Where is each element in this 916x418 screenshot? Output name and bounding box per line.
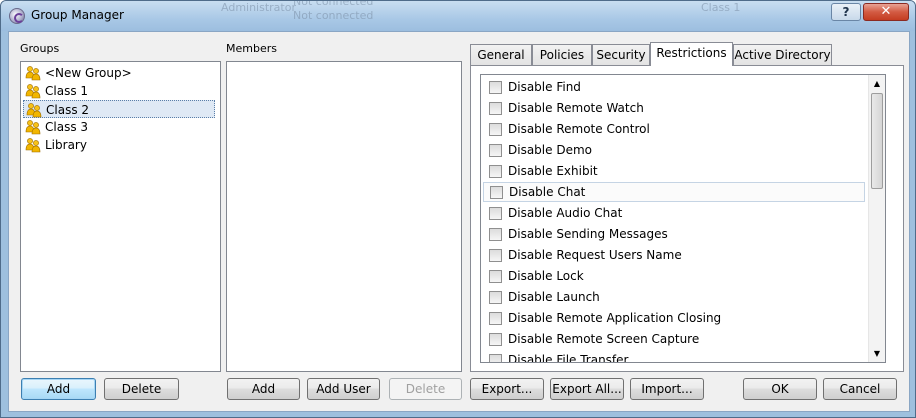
background-text: Administrator: [221, 1, 296, 14]
members-label: Members: [226, 42, 277, 55]
window-title: Group Manager: [31, 8, 124, 22]
restriction-label: Disable Audio Chat: [508, 206, 623, 220]
tab-security[interactable]: Security: [592, 44, 650, 65]
restriction-item[interactable]: Disable Audio Chat: [481, 203, 867, 223]
add-user-button[interactable]: Add User: [307, 378, 380, 400]
restriction-label: Disable Remote Watch: [508, 101, 644, 115]
restriction-item[interactable]: Disable Request Users Name: [481, 245, 867, 265]
restriction-item[interactable]: Disable Remote Application Closing: [481, 308, 867, 328]
restriction-checkbox[interactable]: [489, 312, 502, 325]
ok-button[interactable]: OK: [743, 378, 817, 400]
app-icon: [9, 8, 25, 24]
restriction-label: Disable Lock: [508, 269, 584, 283]
restrictions-tab-panel: Disable File Transfer Disable Remote Scre…: [470, 65, 904, 372]
restriction-checkbox[interactable]: [489, 270, 502, 283]
restriction-checkbox[interactable]: [489, 333, 502, 346]
restriction-label: Disable File Transfer: [508, 353, 629, 363]
members-add-button[interactable]: Add: [227, 378, 300, 400]
user-group-icon: [25, 65, 41, 81]
restriction-item[interactable]: Disable Remote Screen Capture: [481, 329, 867, 349]
background-text: Class 1: [701, 1, 741, 14]
user-group-icon: [25, 83, 41, 99]
close-button[interactable]: ✕: [863, 3, 909, 21]
restriction-label: Disable Request Users Name: [508, 248, 682, 262]
restriction-label: Disable Remote Application Closing: [508, 311, 722, 325]
groups-add-button[interactable]: Add: [21, 378, 96, 400]
group-item[interactable]: Class 2: [23, 100, 215, 118]
restriction-label: Disable Exhibit: [508, 164, 598, 178]
scrollbar-thumb[interactable]: [871, 93, 883, 189]
export-button[interactable]: Export...: [470, 378, 544, 400]
restriction-item[interactable]: Disable Launch: [481, 287, 867, 307]
members-delete-button[interactable]: Delete: [389, 378, 462, 400]
restriction-label: Disable Launch: [508, 290, 600, 304]
restriction-checkbox[interactable]: [489, 102, 502, 115]
restriction-label: Disable Remote Screen Capture: [508, 332, 700, 346]
restriction-item[interactable]: Disable Remote Control: [481, 119, 867, 139]
vertical-scrollbar[interactable]: ▲ ▼: [868, 75, 885, 362]
dialog-body: Groups <New Group> Class 1 Class 2 Class 3 L…: [8, 31, 910, 412]
user-group-icon: [25, 119, 41, 135]
user-group-icon: [25, 137, 41, 153]
restriction-checkbox[interactable]: [490, 186, 503, 199]
scroll-down-icon[interactable]: ▼: [869, 345, 885, 362]
restriction-item[interactable]: Disable File Transfer: [481, 350, 867, 363]
group-item[interactable]: Class 1: [23, 82, 215, 100]
cancel-button[interactable]: Cancel: [823, 378, 897, 400]
restriction-label: Disable Demo: [508, 143, 592, 157]
group-manager-window: Group Manager Administrator Not connecte…: [0, 0, 916, 418]
restriction-checkbox[interactable]: [489, 291, 502, 304]
restriction-item[interactable]: Disable Sending Messages: [481, 224, 867, 244]
restriction-item[interactable]: Disable Lock: [481, 266, 867, 286]
restriction-label: Disable Remote Control: [508, 122, 650, 136]
group-item-label: Class 3: [45, 120, 89, 134]
tab-restrictions[interactable]: Restrictions: [650, 42, 733, 66]
group-item[interactable]: Class 3: [23, 118, 215, 136]
groups-label: Groups: [20, 42, 60, 55]
group-item-label: Class 1: [45, 84, 89, 98]
background-text: Not connected: [293, 0, 374, 8]
scroll-up-icon[interactable]: ▲: [869, 75, 885, 92]
restriction-checkbox[interactable]: [489, 123, 502, 136]
restriction-checkbox[interactable]: [489, 249, 502, 262]
groups-list[interactable]: <New Group> Class 1 Class 2 Class 3 Library: [20, 61, 221, 372]
restriction-label: Disable Chat: [509, 185, 586, 199]
members-list[interactable]: [226, 61, 462, 372]
group-item[interactable]: <New Group>: [23, 64, 215, 82]
title-bar[interactable]: Group Manager Administrator Not connecte…: [1, 1, 915, 31]
groups-delete-button[interactable]: Delete: [104, 378, 179, 400]
background-text: Not connected: [293, 9, 374, 22]
restriction-checkbox[interactable]: [489, 144, 502, 157]
restriction-label: Disable Find: [508, 80, 581, 94]
restrictions-list[interactable]: Disable File Transfer Disable Remote Scre…: [480, 74, 886, 363]
import-button[interactable]: Import...: [630, 378, 704, 400]
export-all-button[interactable]: Export All...: [550, 378, 624, 400]
restriction-checkbox[interactable]: [489, 354, 502, 362]
restriction-checkbox[interactable]: [489, 165, 502, 178]
restriction-checkbox[interactable]: [489, 81, 502, 94]
restriction-item[interactable]: Disable Find: [481, 77, 867, 97]
restriction-item[interactable]: Disable Exhibit: [481, 161, 867, 181]
restriction-item[interactable]: Disable Chat: [483, 182, 865, 202]
help-button[interactable]: ?: [831, 3, 861, 21]
tab-policies[interactable]: Policies: [532, 44, 592, 65]
group-item-label: Library: [45, 138, 87, 152]
restriction-checkbox[interactable]: [489, 228, 502, 241]
tab-active-directory[interactable]: Active Directory: [733, 44, 832, 65]
restriction-item[interactable]: Disable Demo: [481, 140, 867, 160]
tab-general[interactable]: General: [470, 44, 532, 65]
user-group-icon: [26, 102, 42, 118]
restriction-label: Disable Sending Messages: [508, 227, 668, 241]
group-item-label: Class 2: [46, 103, 90, 117]
group-item[interactable]: Library: [23, 136, 215, 154]
group-item-label: <New Group>: [45, 66, 132, 80]
restriction-item[interactable]: Disable Remote Watch: [481, 98, 867, 118]
restriction-checkbox[interactable]: [489, 207, 502, 220]
